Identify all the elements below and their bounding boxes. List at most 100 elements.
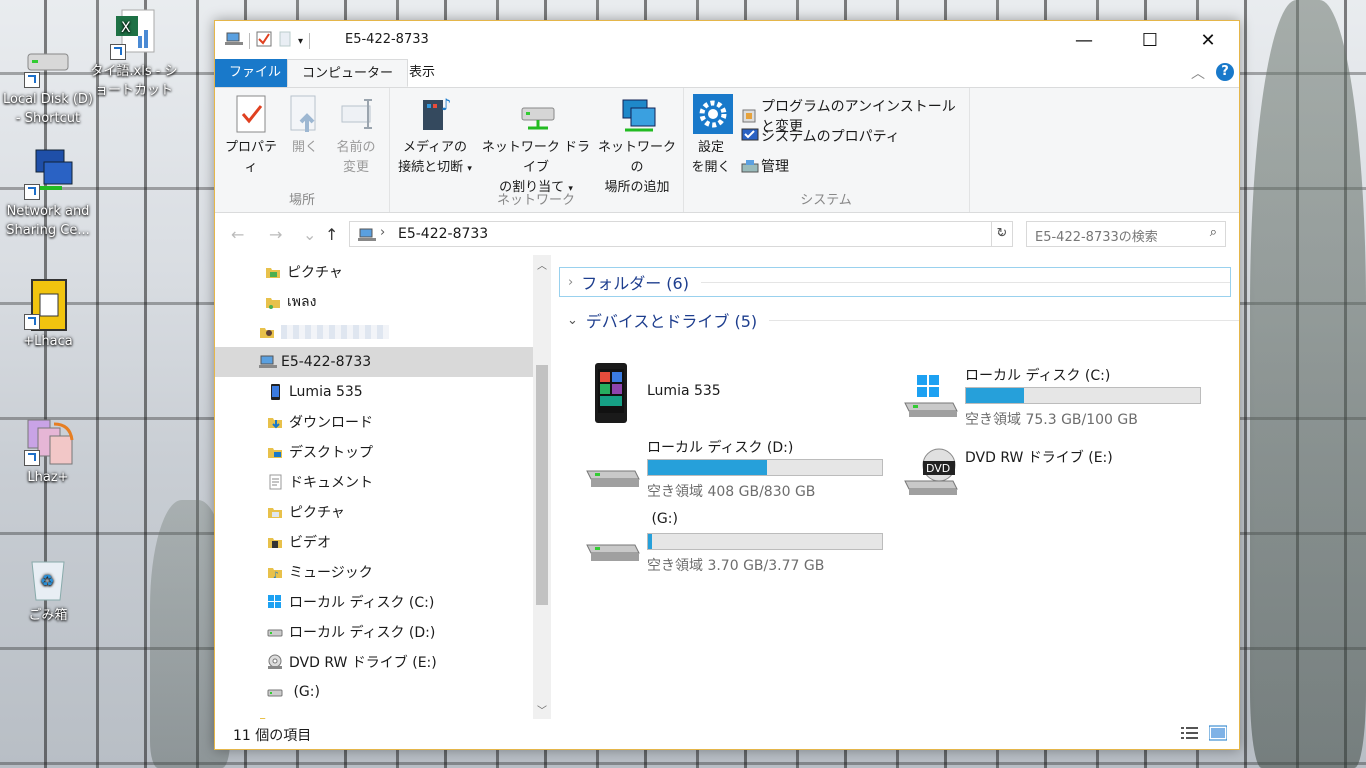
- archiver-icon: [22, 414, 74, 466]
- nav-item-label: デスクトップ: [289, 445, 373, 461]
- nav-item-pictures-2[interactable]: ピクチャ: [215, 497, 533, 527]
- scroll-thumb[interactable]: [536, 365, 548, 605]
- drive-dvd-e[interactable]: DVD DVD RW ドライブ (E:): [903, 437, 1213, 501]
- desktop-icon-lhaz[interactable]: Lhaz+: [0, 414, 96, 487]
- device-name: Lumia 535: [647, 383, 721, 399]
- refresh-icon[interactable]: ↻: [991, 221, 1013, 247]
- media-label-line1: メディアの: [402, 140, 468, 155]
- svg-text:♻: ♻: [40, 571, 54, 590]
- chevron-down-icon[interactable]: ▾: [298, 36, 303, 47]
- back-arrow-icon[interactable]: ←: [231, 225, 244, 244]
- rename-button[interactable]: 名前の 変更: [329, 94, 383, 178]
- device-name: (G:): [647, 511, 678, 527]
- tab-file[interactable]: ファイル: [215, 59, 296, 87]
- media-label-line2: 接続と切断: [398, 160, 464, 175]
- nav-item-label: ピクチャ: [289, 505, 345, 521]
- devices-group-header[interactable]: ⌄ デバイスとドライブ (5): [559, 305, 1239, 335]
- address-path: E5-422-8733: [398, 226, 489, 242]
- shortcut-arrow-icon: [24, 450, 40, 466]
- scroll-up-icon[interactable]: ︿: [537, 257, 547, 272]
- nav-item-music-thai[interactable]: เพลง: [215, 287, 533, 317]
- new-folder-icon[interactable]: [278, 31, 292, 51]
- map-network-drive-button[interactable]: ネットワーク ドライブ の割り当て ▾: [479, 94, 593, 199]
- title-bar[interactable]: ▾ E5-422-8733 — ☐ ✕: [215, 21, 1239, 59]
- nav-item-libraries-partial[interactable]: [215, 707, 533, 719]
- desktop-icon-local-disk-d[interactable]: Local Disk (D) - Shortcut: [0, 36, 96, 128]
- properties-checkbox-icon[interactable]: [256, 31, 272, 51]
- desktop-icon-network-sharing[interactable]: Network and Sharing Ce...: [0, 148, 96, 240]
- nav-item-dvd-e[interactable]: DVD RW ドライブ (E:): [215, 647, 533, 677]
- nav-item-label: Lumia 535: [289, 384, 363, 400]
- minimize-button[interactable]: —: [1061, 21, 1107, 59]
- navigation-bar: ← → ⌄ ↑ › E5-422-8733 ⌄ ↻ E5-422-8733の検索…: [215, 213, 1239, 255]
- add-network-location-button[interactable]: ネットワークの 場所の追加: [595, 94, 679, 198]
- up-arrow-icon[interactable]: ↑: [325, 225, 338, 244]
- system-properties-icon: [741, 128, 759, 144]
- drive-usage-bar: [647, 459, 883, 476]
- scroll-down-icon[interactable]: ﹀: [537, 702, 547, 717]
- computer-icon: [259, 354, 277, 370]
- music-folder-icon: ♪: [267, 564, 283, 581]
- network-icon: [22, 148, 74, 200]
- computer-management-icon: [741, 158, 759, 174]
- chevron-down-icon[interactable]: ⌄: [303, 225, 316, 244]
- large-icons-view-icon[interactable]: [1208, 725, 1228, 745]
- open-button[interactable]: 開く: [283, 94, 327, 158]
- tab-view[interactable]: 表示: [395, 59, 449, 87]
- nav-item-downloads[interactable]: ダウンロード: [215, 407, 533, 437]
- nav-item-desktop[interactable]: デスクトップ: [215, 437, 533, 467]
- computer-icon: [358, 227, 376, 247]
- open-label: 開く: [291, 140, 318, 155]
- map-drive-label-line1: ネットワーク ドライブ: [481, 140, 591, 175]
- nav-item-this-pc[interactable]: E5-422-8733: [215, 347, 533, 377]
- desktop-icon-label: タイ語.xls - ショートカット: [90, 64, 178, 98]
- address-bar[interactable]: › E5-422-8733 ⌄: [349, 221, 1013, 247]
- system-properties-button[interactable]: システムのプロパティ: [741, 126, 900, 146]
- maximize-button[interactable]: ☐: [1127, 21, 1173, 59]
- breadcrumb-chevron-icon[interactable]: ›: [380, 225, 385, 240]
- nav-item-music[interactable]: ♪ ミュージック: [215, 557, 533, 587]
- desktop-icon-label: Lhaz+: [27, 470, 69, 485]
- phone-icon: [585, 363, 637, 425]
- desktop-icon-recycle-bin[interactable]: ♻ ごみ箱: [0, 552, 96, 625]
- forward-arrow-icon[interactable]: →: [269, 225, 282, 244]
- tab-computer[interactable]: コンピューター: [287, 59, 409, 87]
- nav-item-drive-d[interactable]: ローカル ディスク (D:): [215, 617, 533, 647]
- rename-label-line1: 名前の: [336, 140, 376, 155]
- nav-item-videos[interactable]: ビデオ: [215, 527, 533, 557]
- desktop-icon-thai-xls[interactable]: X タイ語.xls - ショートカット: [86, 8, 182, 100]
- device-lumia[interactable]: Lumia 535: [585, 363, 895, 427]
- nav-item-documents[interactable]: ドキュメント: [215, 467, 533, 497]
- search-icon[interactable]: ⌕: [1210, 225, 1217, 240]
- explorer-window: ▾ E5-422-8733 — ☐ ✕ ファイル コンピューター 表示 ︿ ? …: [214, 20, 1240, 750]
- ribbon-group-system: 設定 を開く プログラムのアンインストールと変更 システムのプロパティ 管理 シ…: [683, 88, 970, 212]
- separator: [309, 33, 311, 49]
- collapse-ribbon-icon[interactable]: ︿: [1191, 63, 1205, 83]
- manage-button[interactable]: 管理: [741, 156, 789, 176]
- open-settings-button[interactable]: 設定 を開く: [689, 94, 733, 178]
- open-icon: [287, 94, 323, 134]
- help-button[interactable]: ?: [1216, 63, 1234, 81]
- close-button[interactable]: ✕: [1185, 21, 1231, 59]
- manage-label: 管理: [761, 159, 789, 175]
- properties-button[interactable]: プロパティ: [221, 94, 281, 178]
- folders-group-header[interactable]: › フォルダー (6): [559, 267, 1231, 297]
- media-connect-button[interactable]: ♪ メディアの 接続と切断 ▾: [393, 94, 477, 179]
- details-view-icon[interactable]: [1181, 725, 1199, 745]
- ribbon-group-label: システム: [800, 193, 852, 208]
- drive-c[interactable]: ローカル ディスク (C:) 空き領域 75.3 GB/100 GB: [903, 365, 1213, 429]
- nav-item-drive-g[interactable]: (G:): [215, 677, 533, 707]
- search-box[interactable]: E5-422-8733の検索 ⌕: [1026, 221, 1226, 247]
- windows-drive-icon: [903, 375, 958, 419]
- svg-text:♪: ♪: [273, 571, 279, 580]
- navigation-scrollbar[interactable]: ︿ ﹀: [533, 255, 551, 719]
- drive-d[interactable]: ローカル ディスク (D:) 空き領域 408 GB/830 GB: [585, 437, 895, 501]
- dvd-drive-icon: DVD: [903, 447, 958, 495]
- nav-item-user-folder[interactable]: [215, 317, 533, 347]
- nav-item-pictures[interactable]: ピクチャ: [215, 257, 533, 287]
- drive-icon: [267, 684, 283, 700]
- desktop-icon-lhaca[interactable]: +Lhaca: [0, 278, 96, 351]
- nav-item-drive-c[interactable]: ローカル ディスク (C:): [215, 587, 533, 617]
- drive-g[interactable]: (G:) 空き領域 3.70 GB/3.77 GB: [585, 511, 895, 575]
- nav-item-lumia[interactable]: Lumia 535: [215, 377, 533, 407]
